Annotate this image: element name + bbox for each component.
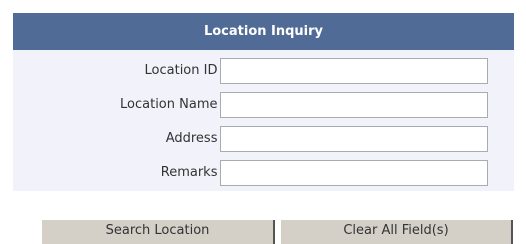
panel-title: Location Inquiry [13,13,514,50]
remarks-label: Remarks : [160,165,226,180]
search-location-button[interactable]: Search Location [42,220,275,244]
address-label: Address : [165,131,226,146]
address-row: Address : [13,126,514,152]
remarks-row: Remarks : [13,160,514,186]
address-input[interactable] [220,126,488,152]
location-id-label: Location ID : [144,63,226,78]
remarks-input[interactable] [220,160,488,186]
location-name-row: Location Name : [13,92,514,118]
clear-all-fields-button[interactable]: Clear All Field(s) [281,220,513,244]
location-name-input[interactable] [220,92,488,118]
location-id-row: Location ID : [13,58,514,84]
location-id-input[interactable] [220,58,488,84]
location-name-label: Location Name : [120,97,226,112]
location-inquiry-panel: Location Inquiry Location ID : Location … [13,13,514,191]
